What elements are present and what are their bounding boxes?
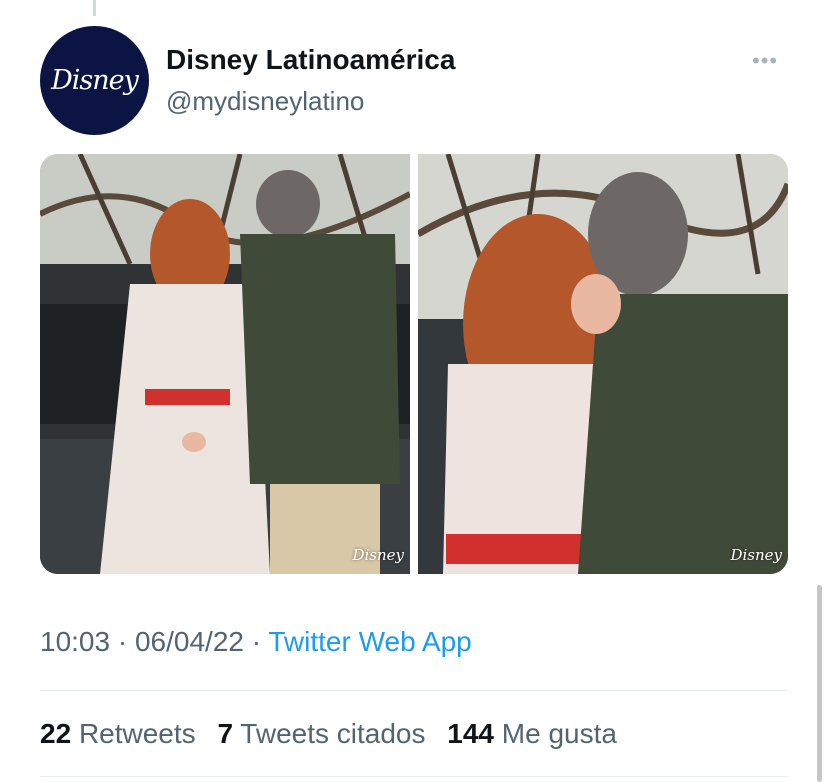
photo-1-image [40,154,410,574]
divider [40,776,788,777]
disney-logo: Disney [51,65,139,96]
photo-2-image [418,154,788,574]
likes-label: Me gusta [501,718,617,749]
quote-tweets-label: Tweets citados [240,718,426,749]
thread-connector-line [93,0,96,16]
retweets-label: Retweets [78,718,196,749]
likes-stat[interactable]: 144 Me gusta [447,718,617,749]
quote-tweets-stat[interactable]: 7 Tweets citados [217,718,425,749]
author-avatar[interactable]: Disney [40,26,149,135]
retweets-stat[interactable]: 22 Retweets [40,718,196,749]
more-options-icon[interactable]: ••• [752,48,778,74]
likes-count: 144 [447,718,494,749]
tweet-media-grid: Disney Disney [40,154,788,574]
author-handle[interactable]: @mydisneylatino [166,86,364,117]
tweet-date[interactable]: 06/04/22 [135,626,244,657]
quote-tweets-count: 7 [217,718,234,749]
separator-dot: · [117,626,128,657]
tweet-metadata: 10:03 · 06/04/22 · Twitter Web App [40,626,472,658]
separator-dot: · [251,626,262,657]
source-app-link[interactable]: Twitter Web App [268,626,471,657]
tweet-time[interactable]: 10:03 [40,626,110,657]
divider [40,690,788,691]
retweets-count: 22 [40,718,72,749]
scrollbar-thumb[interactable] [817,585,822,782]
disney-watermark: Disney [352,546,404,564]
author-name[interactable]: Disney Latinoamérica [166,44,455,76]
disney-watermark: Disney [730,546,782,564]
engagement-stats: 22 Retweets 7 Tweets citados 144 Me gust… [40,718,631,750]
media-photo-1[interactable]: Disney [40,154,410,574]
media-photo-2[interactable]: Disney [418,154,788,574]
